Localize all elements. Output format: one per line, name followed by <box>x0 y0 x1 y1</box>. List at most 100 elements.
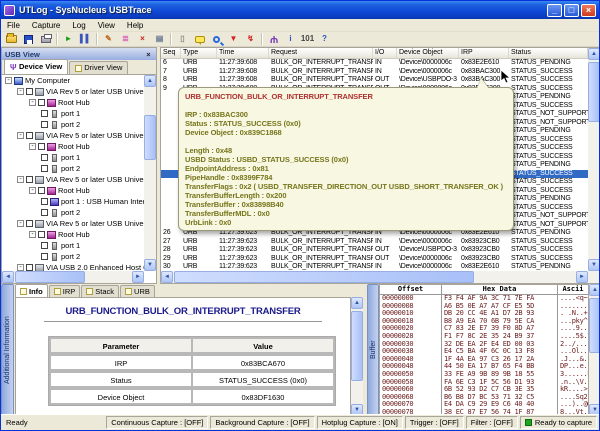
tree-checkbox[interactable] <box>41 242 48 249</box>
binary-view-icon[interactable]: 101 <box>300 32 316 46</box>
tree-expander-icon[interactable]: - <box>17 88 24 95</box>
log-row[interactable]: 28URB11:27:39:623BULK_OR_INTERRUPT_TRANS… <box>161 246 588 255</box>
tree-item-port-2[interactable]: port 2 <box>2 207 144 218</box>
filter-icon[interactable]: ▼ <box>226 32 242 46</box>
tree-checkbox[interactable] <box>41 165 48 172</box>
scroll-down-icon[interactable]: ▼ <box>588 259 600 271</box>
tree-horizontal-scrollbar[interactable]: ◄ ► <box>2 271 144 283</box>
report-icon[interactable]: ▯ <box>175 32 191 46</box>
pause-capture-icon[interactable]: ▌▌ <box>78 32 94 46</box>
tree-checkbox[interactable] <box>38 99 45 106</box>
tree-item-via-usb-2-0-enhanced-host-cont[interactable]: -VIA USB 2.0 Enhanced Host Controller <box>2 262 144 271</box>
tree-item-port-2[interactable]: port 2 <box>2 163 144 174</box>
log-row[interactable]: 27URB11:27:39:623BULK_OR_INTERRUPT_TRANS… <box>161 238 588 247</box>
tree-checkbox[interactable] <box>38 187 45 194</box>
tree-checkbox[interactable] <box>26 176 33 183</box>
column-header-time[interactable]: Time <box>217 48 269 58</box>
tree-item-port-1[interactable]: port 1 <box>2 240 144 251</box>
trigger-icon[interactable]: ↯ <box>243 32 259 46</box>
tree-item-via-rev-5-or-later-usb-univers[interactable]: -VIA Rev 5 or later USB Universal Host C <box>2 174 144 185</box>
tree-expander-icon[interactable]: - <box>5 77 12 84</box>
tree-item-port-2[interactable]: port 2 <box>2 119 144 130</box>
tree-checkbox[interactable] <box>41 253 48 260</box>
tree-item-my-computer[interactable]: -My Computer <box>2 75 144 86</box>
device-list-icon[interactable]: ▤ <box>152 32 168 46</box>
save-log-icon[interactable] <box>21 32 37 46</box>
close-button[interactable]: × <box>581 4 596 17</box>
menu-file[interactable]: File <box>1 19 26 32</box>
column-header-irp[interactable]: IRP <box>459 48 509 58</box>
append-log-icon[interactable]: ✎ <box>101 32 117 46</box>
column-header-type[interactable]: Type <box>181 48 217 58</box>
tree-item-via-rev-5-or-later-usb-univers[interactable]: -VIA Rev 5 or later USB Universal Host C <box>2 130 144 141</box>
tree-checkbox[interactable] <box>41 154 48 161</box>
scroll-thumb[interactable] <box>174 271 474 283</box>
help-icon[interactable]: ? <box>317 32 333 46</box>
scroll-up-icon[interactable]: ▲ <box>589 284 600 296</box>
scroll-thumb[interactable] <box>351 311 363 381</box>
menu-help[interactable]: Help <box>121 19 149 32</box>
scroll-up-icon[interactable]: ▲ <box>144 75 156 87</box>
tab-device-view[interactable]: ΨDevice View <box>4 59 68 74</box>
scroll-left-icon[interactable]: ◄ <box>161 271 173 283</box>
menu-log[interactable]: Log <box>66 19 91 32</box>
clear-log-icon[interactable]: ≣ <box>118 32 134 46</box>
tab-driver-view[interactable]: Driver View <box>69 61 128 74</box>
tree-checkbox[interactable] <box>41 121 48 128</box>
panel-close-icon[interactable]: × <box>144 50 153 59</box>
tree-checkbox[interactable] <box>26 220 33 227</box>
tree-expander-icon[interactable]: - <box>17 220 24 227</box>
scroll-down-icon[interactable]: ▼ <box>144 259 156 271</box>
tree-checkbox[interactable] <box>26 88 33 95</box>
tree-expander-icon[interactable]: - <box>17 132 24 139</box>
delete-icon[interactable]: × <box>135 32 151 46</box>
tooltip-icon[interactable] <box>192 32 208 46</box>
scroll-thumb[interactable] <box>144 115 156 160</box>
tree-item-port-1[interactable]: port 1 <box>2 152 144 163</box>
log-row[interactable]: 29URB11:27:39:623BULK_OR_INTERRUPT_TRANS… <box>161 255 588 264</box>
log-row[interactable]: 8URB11:27:39:608BULK_OR_INTERRUPT_TRANSF… <box>161 76 588 85</box>
tree-checkbox[interactable] <box>41 110 48 117</box>
column-header-request[interactable]: Request <box>269 48 373 58</box>
tab-irp[interactable]: IRP <box>49 285 81 297</box>
log-row[interactable]: 6URB11:27:39:608BULK_OR_INTERRUPT_TRANSF… <box>161 59 588 68</box>
tree-expander-icon[interactable]: - <box>29 231 36 238</box>
tree-item-root-hub[interactable]: -Root Hub <box>2 97 144 108</box>
log-row[interactable]: 30URB11:27:39:623BULK_OR_INTERRUPT_TRANS… <box>161 263 588 271</box>
log-horizontal-scrollbar[interactable]: ◄ ► <box>161 271 588 283</box>
log-vertical-scrollbar[interactable]: ▲ ▼ <box>588 48 600 283</box>
tree-expander-icon[interactable]: - <box>17 176 24 183</box>
tree-expander-icon[interactable]: - <box>29 187 36 194</box>
column-header-deviceobject[interactable]: Device Object <box>397 48 459 58</box>
column-header-io[interactable]: I/O <box>373 48 397 58</box>
tree-checkbox[interactable] <box>38 231 45 238</box>
tab-info[interactable]: Info <box>15 284 48 297</box>
scroll-up-icon[interactable]: ▲ <box>351 297 363 309</box>
start-capture-icon[interactable]: ► <box>61 32 77 46</box>
tree-item-via-rev-5-or-later-usb-univers[interactable]: -VIA Rev 5 or later USB Universal Host C <box>2 218 144 229</box>
tree-checkbox[interactable] <box>26 132 33 139</box>
tree-checkbox[interactable] <box>26 264 33 271</box>
scroll-thumb[interactable] <box>15 271 85 283</box>
buffer-vertical-scrollbar[interactable]: ▲ ▼ <box>589 284 600 416</box>
tree-item-root-hub[interactable]: -Root Hub <box>2 141 144 152</box>
log-row[interactable]: 7URB11:27:39:608BULK_OR_INTERRUPT_TRANSF… <box>161 68 588 77</box>
tree-checkbox[interactable] <box>41 209 48 216</box>
info-icon[interactable]: i <box>283 32 299 46</box>
maximize-button[interactable]: □ <box>564 4 579 17</box>
tree-item-via-rev-5-or-later-usb-univers[interactable]: -VIA Rev 5 or later USB Universal Host C <box>2 86 144 97</box>
scroll-up-icon[interactable]: ▲ <box>588 48 600 60</box>
scroll-left-icon[interactable]: ◄ <box>2 271 14 283</box>
tree-expander-icon[interactable]: - <box>29 143 36 150</box>
tab-stack[interactable]: Stack <box>81 285 119 297</box>
menu-capture[interactable]: Capture <box>26 19 66 32</box>
tree-vertical-scrollbar[interactable]: ▲ ▼ <box>144 75 156 271</box>
tree-checkbox[interactable] <box>38 143 45 150</box>
tree-item-port-1-usb-human-interface-d[interactable]: port 1 : USB Human Interface D <box>2 196 144 207</box>
open-log-icon[interactable] <box>4 32 20 46</box>
tree-item-root-hub[interactable]: -Root Hub <box>2 185 144 196</box>
column-header-seq[interactable]: Seq <box>161 48 181 58</box>
tree-item-root-hub[interactable]: -Root Hub <box>2 229 144 240</box>
column-header-status[interactable]: Status <box>509 48 588 58</box>
info-vertical-scrollbar[interactable]: ▲ ▼ <box>351 297 363 416</box>
